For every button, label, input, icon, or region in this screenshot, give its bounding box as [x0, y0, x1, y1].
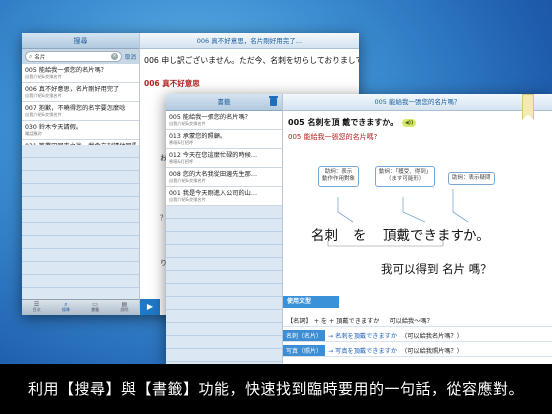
example-noun-chip: 写真（照片）: [283, 344, 326, 356]
search-panel: 搜尋 ⌕ 名片 × 取消 005 能給我一張您的名片嗎？ 自我介紹&交換名片 0…: [22, 33, 140, 315]
tab-bookmarks[interactable]: ▭ 書籤: [81, 300, 110, 315]
trash-icon[interactable]: [269, 96, 278, 106]
search-input[interactable]: ⌕ 名片 ×: [25, 51, 122, 62]
cancel-search-button[interactable]: 取消: [125, 53, 136, 61]
example-sentence: → 写真を頂戴できますか: [328, 347, 398, 355]
bookmark-list: 005 能給我一張您的名片嗎？ 自我介紹&交換名片 013 承蒙您的照顧。 寒暄…: [166, 111, 282, 206]
play-icon[interactable]: ▶: [140, 299, 160, 315]
bookmark-title: 008 您的大名我從田邊先生那…: [169, 171, 258, 178]
search-result-item[interactable]: 006 真不好意思，名片剛好用完了 自我介紹&交換名片: [22, 83, 139, 102]
bookmark-category: 自我介紹&交換名片: [169, 197, 206, 202]
japanese-sentence: 006 申し訳ございません。ただ今、名刺を切らしておりまして…: [144, 56, 359, 65]
promo-caption: 利用【搜尋】與【書籤】功能，快速找到臨時要用的一句話，從容應對。: [0, 364, 552, 414]
bookmark-item[interactable]: 013 承蒙您的照顧。 寒暄&打招呼: [166, 130, 282, 149]
sentence-chinese-gloss: 我可以得到 名片 嗎？: [381, 262, 492, 276]
example-translation: （可以給我照片嗎？）: [401, 347, 463, 355]
pattern-section-title: 使用文型: [283, 296, 339, 308]
search-input-value: 名片: [34, 54, 46, 61]
empty-list-area: [166, 206, 282, 364]
clear-search-icon[interactable]: ×: [110, 53, 118, 60]
bookmark-category: 自我介紹&交換名片: [169, 121, 206, 126]
tab-contents[interactable]: ☰ 目次: [22, 300, 51, 315]
tab-label: 說明: [120, 307, 129, 312]
phrase-detail-title: 006 真不好意思，名片剛好用完了…: [140, 33, 359, 49]
grammar-note-particle-o: 助詞：表示 動作作用對象: [318, 166, 360, 187]
bookmark-screen-window: 書籤 005 能給我一張您的名片嗎？ 自我介紹&交換名片 013 承蒙您的照顧。…: [166, 94, 552, 364]
bookmark-category: 自我介紹&交換名片: [169, 178, 206, 183]
sentence-word-o: を: [353, 228, 367, 244]
search-result-title: 007 抱歉，不曉得您的名字要怎麼唸: [25, 105, 126, 112]
example-sentence: → 名刺を頂戴できますか: [328, 332, 398, 340]
bookmark-title: 012 今天在您這麼忙碌的時候…: [169, 152, 258, 159]
tab-help[interactable]: ▤ 說明: [110, 300, 139, 315]
search-result-category: 自我介紹&交換名片: [25, 112, 62, 117]
bottom-tab-bar: ☰ 目次 ⌕ 搜尋 ▭ 書籤 ▤ 說明: [22, 299, 139, 315]
bookmark-category: 寒暄&打招呼: [169, 140, 194, 145]
bookmark-title: 005 能給我一張您的名片嗎？: [169, 114, 251, 121]
bookmark-item[interactable]: 001 我是今天剛進入公司的山… 自我介紹&交換名片: [166, 187, 282, 206]
grammar-note-particle-ka: 助詞：表示疑問: [448, 172, 495, 186]
example-noun-chip: 名刺（名片）: [283, 329, 326, 341]
search-result-category: 電話應對: [25, 131, 42, 136]
search-result-item[interactable]: 007 抱歉，不曉得您的名字要怎麼唸 自我介紹&交換名片: [22, 102, 139, 121]
tab-label: 目次: [32, 307, 41, 312]
search-panel-title: 搜尋: [22, 33, 139, 49]
search-result-category: 自我介紹&交換名片: [25, 93, 62, 98]
bookmark-panel: 書籤 005 能給我一張您的名片嗎？ 自我介紹&交換名片 013 承蒙您的照顧。…: [166, 94, 283, 364]
search-result-item[interactable]: 005 能給我一張您的名片嗎？ 自我介紹&交換名片: [22, 64, 139, 83]
pattern-formula-row: 【名詞】 + を + 頂戴できますか 可以給我～嗎？: [283, 314, 552, 327]
search-result-title: 005 能給我一張您的名片嗎？: [25, 67, 107, 74]
sentence-word-ka: か。: [463, 228, 490, 244]
pattern-example-row: 写真（照片） → 写真を頂戴できますか （可以給我照片嗎？）: [283, 344, 552, 357]
bookmark-item[interactable]: 012 今天在您這麼忙碌的時候… 寒暄&打招呼: [166, 149, 282, 168]
bookmark-title: 001 我是今天剛進入公司的山…: [169, 190, 258, 197]
pattern-meaning: 可以給我～嗎？: [389, 317, 433, 325]
bookmark-panel-title: 書籤: [217, 98, 231, 106]
chinese-translation: 006 真不好意思: [144, 79, 200, 88]
sentence-word-meishi: 名刺: [311, 228, 338, 244]
pattern-example-row: 名刺（名片） → 名刺を頂戴できますか （可以給我名片嗎？）: [283, 329, 552, 342]
bookmark-title: 013 承蒙您的照顧。: [169, 133, 227, 140]
sentence-word-choudai: 頂戴できます: [383, 228, 464, 244]
tab-label: 搜尋: [61, 307, 70, 312]
bookmark-panel-header: 書籤: [166, 94, 282, 111]
bookmark-item[interactable]: 008 您的大名我從田邊先生那… 自我介紹&交換名片: [166, 168, 282, 187]
search-result-title: 030 鈴木今天請假。: [25, 124, 83, 131]
search-result-title: 006 真不好意思，名片剛好用完了: [25, 86, 120, 93]
search-icon: ⌕: [29, 52, 33, 60]
example-translation: （可以給我名片嗎？）: [401, 332, 463, 340]
bookmark-category: 寒暄&打招呼: [169, 159, 194, 164]
pattern-formula: 【名詞】 + を + 頂戴できますか: [287, 317, 380, 325]
grammar-note-verb: 動詞：「獲受、得到」 （ます可能形）: [375, 166, 436, 187]
search-bar: ⌕ 名片 × 取消: [22, 49, 139, 64]
tab-search[interactable]: ⌕ 搜尋: [51, 300, 80, 315]
empty-list-area: [22, 145, 139, 299]
bookmark-item[interactable]: 005 能給我一張您的名片嗎？ 自我介紹&交換名片: [166, 111, 282, 130]
tab-label: 書籤: [91, 307, 100, 312]
search-result-item[interactable]: 030 鈴木今天請假。 電話應對: [22, 121, 139, 140]
phrase-detail-panel: 005 能給我一張您的名片嗎？ 005 名刺を頂 戴できますか。 ◀)) 005…: [283, 94, 552, 364]
search-result-category: 自我介紹&交換名片: [25, 74, 62, 79]
